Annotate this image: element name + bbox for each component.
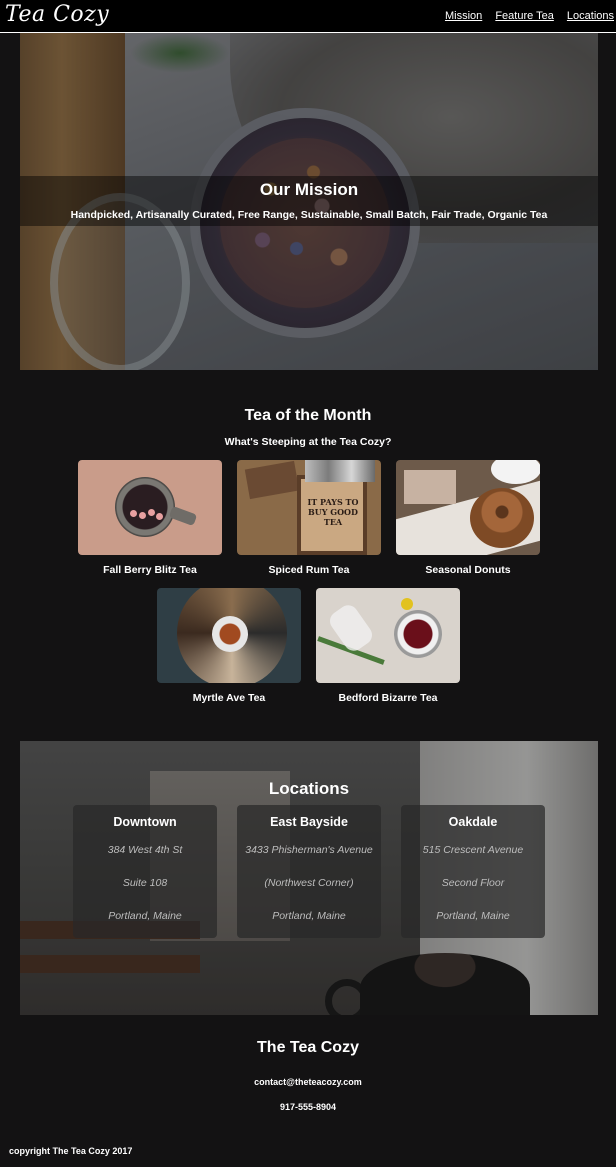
nav-link-mission[interactable]: Mission bbox=[445, 10, 482, 22]
spiced-rum-image: IT PAYS TO BUY GOOD TEA bbox=[237, 460, 381, 555]
tea-card-myrtle-ave[interactable]: Myrtle Ave Tea bbox=[157, 588, 301, 704]
tea-caption: Myrtle Ave Tea bbox=[192, 692, 266, 704]
mission-subtitle: Handpicked, Artisanally Curated, Free Ra… bbox=[70, 209, 548, 221]
tea-caption: Fall Berry Blitz Tea bbox=[103, 564, 197, 576]
tea-caption: Seasonal Donuts bbox=[425, 564, 511, 576]
footer-phone[interactable]: 917-555-8904 bbox=[0, 1102, 616, 1112]
tea-of-month-subtitle: What's Steeping at the Tea Cozy? bbox=[224, 436, 392, 448]
location-name: Oakdale bbox=[448, 815, 498, 829]
nav-link-locations[interactable]: Locations bbox=[567, 10, 614, 22]
fall-berry-blitz-image bbox=[78, 460, 222, 555]
footer-title: The Tea Cozy bbox=[257, 1039, 359, 1056]
mission-title: Our Mission bbox=[259, 180, 359, 199]
location-address-line: Portland, Maine bbox=[272, 910, 346, 922]
copyright-text: copyright The Tea Cozy 2017 bbox=[9, 1146, 133, 1156]
location-address-line: Second Floor bbox=[441, 877, 505, 889]
location-card-downtown: Downtown 384 West 4th St Suite 108 Portl… bbox=[73, 805, 217, 938]
seasonal-donuts-image bbox=[396, 460, 540, 555]
tea-card-spiced-rum[interactable]: IT PAYS TO BUY GOOD TEA Spiced Rum Tea bbox=[237, 460, 381, 576]
location-address-line: 384 West 4th St bbox=[107, 844, 183, 856]
box-label: IT PAYS TO BUY GOOD TEA bbox=[307, 497, 359, 527]
tea-card-fall-berry-blitz[interactable]: Fall Berry Blitz Tea bbox=[78, 460, 222, 576]
location-address-line: Portland, Maine bbox=[436, 910, 510, 922]
location-address-line: (Northwest Corner) bbox=[264, 877, 354, 889]
tea-caption: Bedford Bizarre Tea bbox=[338, 692, 438, 704]
locations-title: Locations bbox=[268, 779, 350, 798]
tea-card-seasonal-donuts[interactable]: Seasonal Donuts bbox=[396, 460, 540, 576]
nav-link-feature-tea[interactable]: Feature Tea bbox=[495, 10, 554, 22]
mission-section: Our Mission Handpicked, Artisanally Cura… bbox=[20, 33, 598, 370]
location-address-line: Portland, Maine bbox=[108, 910, 182, 922]
tea-card-bedford-bizarre[interactable]: Bedford Bizarre Tea bbox=[316, 588, 460, 704]
location-address-line: Suite 108 bbox=[122, 877, 168, 889]
bedford-bizarre-image bbox=[316, 588, 460, 683]
location-card-east-bayside: East Bayside 3433 Phisherman's Avenue (N… bbox=[237, 805, 381, 938]
logo[interactable]: Tea Cozy bbox=[5, 2, 109, 27]
tea-of-month-title: Tea of the Month bbox=[244, 407, 372, 424]
location-address-line: 515 Crescent Avenue bbox=[422, 844, 524, 856]
locations-section: Locations Downtown 384 West 4th St Suite… bbox=[20, 741, 598, 1015]
myrtle-ave-image bbox=[157, 588, 301, 683]
location-name: East Bayside bbox=[270, 815, 348, 829]
location-card-oakdale: Oakdale 515 Crescent Avenue Second Floor… bbox=[401, 805, 545, 938]
footer-email[interactable]: contact@theteacozy.com bbox=[0, 1077, 616, 1087]
main-nav: Mission Feature Tea Locations bbox=[435, 10, 614, 22]
location-name: Downtown bbox=[113, 815, 177, 829]
tea-caption: Spiced Rum Tea bbox=[268, 564, 350, 576]
location-address-line: 3433 Phisherman's Avenue bbox=[245, 844, 373, 856]
site-header: Tea Cozy Mission Feature Tea Locations bbox=[0, 0, 616, 33]
